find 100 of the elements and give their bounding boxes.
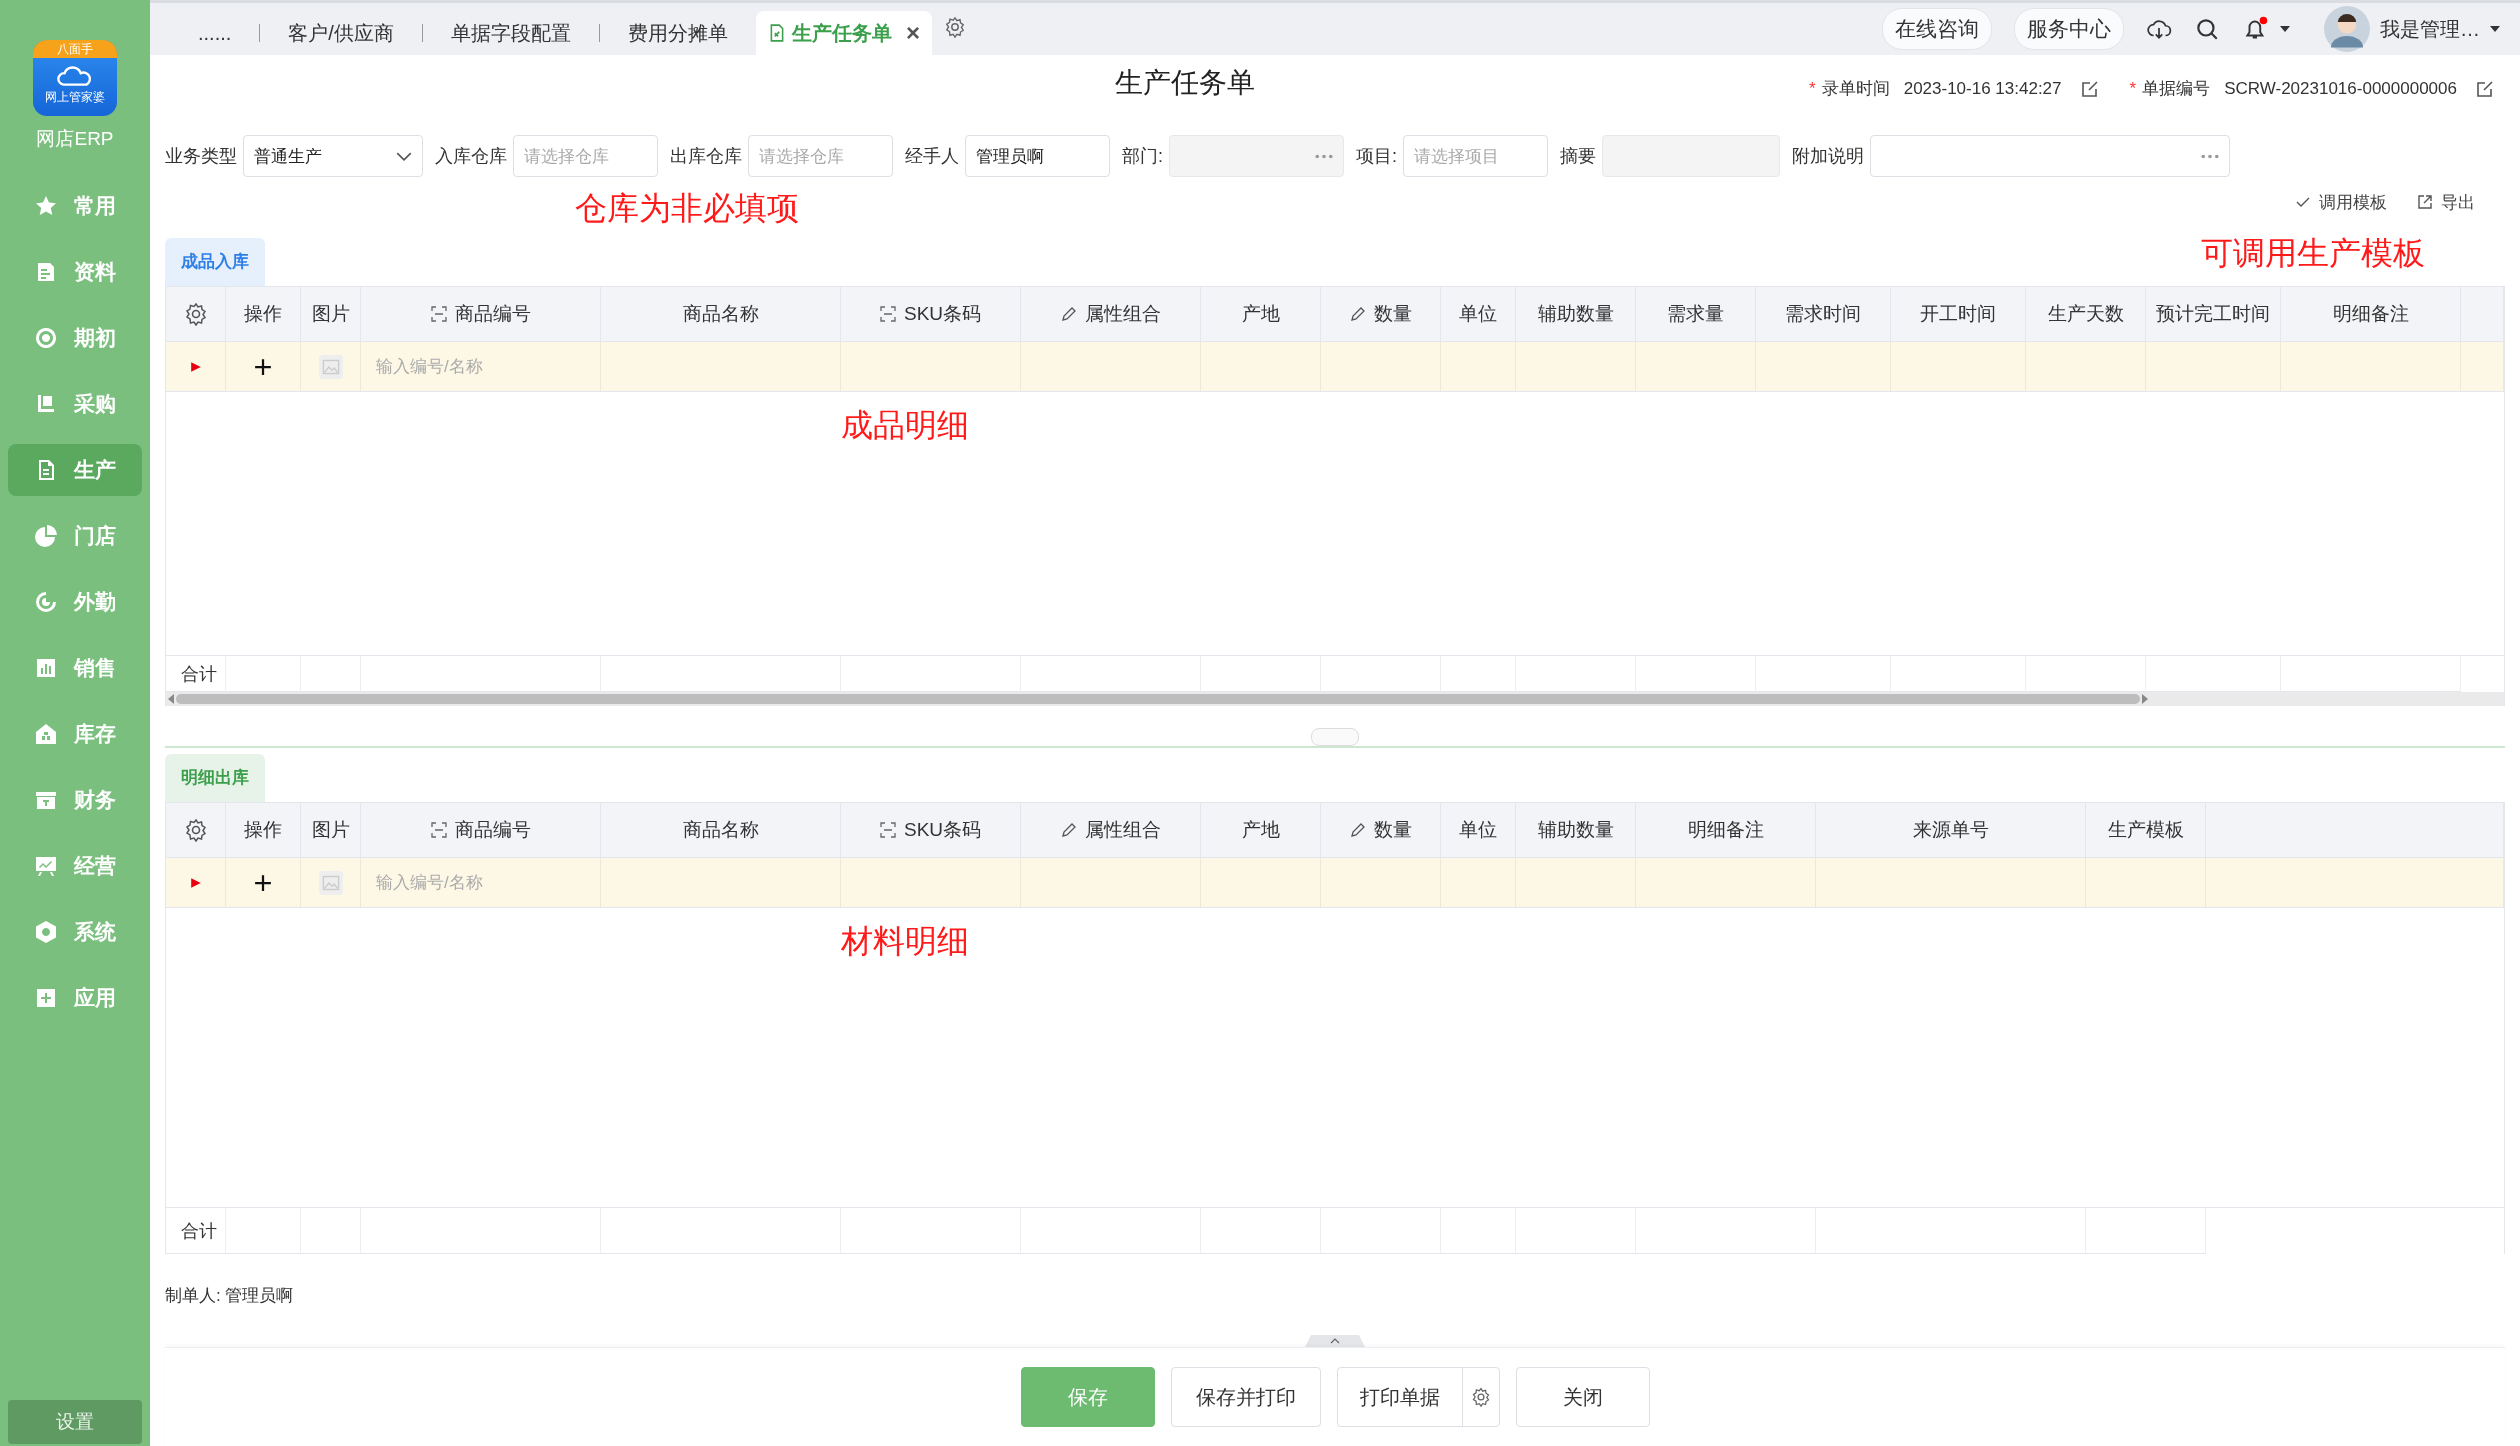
- save-button[interactable]: 保存: [1020, 1367, 1155, 1427]
- user-name[interactable]: 我是管理…: [2380, 15, 2480, 43]
- field-label: 项目:: [1356, 145, 1398, 168]
- sidebar-item[interactable]: 系统: [8, 906, 142, 958]
- total-label: 合计: [181, 662, 217, 686]
- edit-icon[interactable]: [2079, 78, 2100, 99]
- pie-chart-icon: [34, 524, 58, 548]
- image-icon: [317, 869, 344, 896]
- field-label: 附加说明: [1792, 145, 1865, 168]
- sidebar-item[interactable]: 经营: [8, 840, 142, 892]
- sidebar-item[interactable]: 期初: [8, 312, 142, 364]
- logo-banner: 八面手: [33, 40, 117, 58]
- sidebar-item[interactable]: 生产: [8, 444, 142, 496]
- toolbar-button[interactable]: 导出: [2417, 190, 2475, 214]
- field-label: 摘要: [1560, 145, 1597, 168]
- section-tab[interactable]: 明细出库: [165, 754, 265, 802]
- header-button[interactable]: 服务中心: [2014, 8, 2124, 50]
- field-label: 出库仓库: [670, 145, 742, 168]
- add-icon[interactable]: [254, 357, 272, 376]
- annotation-text: 仓库为非必填项: [575, 189, 799, 228]
- annotation-text: 材料明细: [841, 923, 969, 959]
- input-field[interactable]: 管理员啊: [965, 135, 1110, 177]
- sidebar-item[interactable]: 常用: [8, 180, 142, 232]
- field-label: 部门:: [1122, 145, 1163, 168]
- creator-text: 制单人: 管理员啊: [165, 1285, 295, 1307]
- scrollbar-thumb[interactable]: [176, 694, 2140, 704]
- meta-label: 单据编号: [2142, 78, 2211, 100]
- sidebar-item[interactable]: 资料: [8, 246, 142, 298]
- required-mark: *: [2129, 78, 2137, 99]
- avatar[interactable]: [2324, 6, 2370, 52]
- add-icon[interactable]: [254, 873, 272, 892]
- tab[interactable]: ......: [170, 11, 260, 55]
- splitter-handle[interactable]: [1311, 728, 1359, 746]
- collapse-handle[interactable]: [1305, 1335, 1365, 1347]
- section-tab[interactable]: 成品入库: [165, 238, 265, 286]
- field-label: 经手人: [905, 145, 959, 168]
- action-button[interactable]: 关闭: [1515, 1367, 1650, 1427]
- caret-icon[interactable]: [2490, 26, 2500, 32]
- meta-value: 2023-10-16 13:42:27: [1903, 78, 2062, 99]
- scan-icon: [879, 822, 896, 838]
- sidebar-item[interactable]: 销售: [8, 642, 142, 694]
- settings-icon[interactable]: [183, 302, 208, 326]
- settings-icon[interactable]: [943, 16, 966, 38]
- required-mark: *: [1809, 78, 1816, 99]
- target-icon: [34, 326, 58, 350]
- scan-icon: [430, 306, 447, 322]
- house-icon: [34, 722, 58, 746]
- annotation-text: 可调用生产模板: [2201, 234, 2425, 273]
- tab[interactable]: 生产任务单 ×: [755, 11, 932, 55]
- pencil-icon: [1349, 822, 1366, 838]
- print-button[interactable]: 打印单据: [1336, 1367, 1500, 1427]
- close-icon[interactable]: ×: [905, 19, 920, 47]
- select-field[interactable]: 普通生产: [243, 135, 423, 177]
- input-field[interactable]: 请选择仓库: [748, 135, 893, 177]
- search-icon[interactable]: [2194, 16, 2220, 42]
- scan-icon: [430, 822, 447, 838]
- input-field[interactable]: 请选择项目: [1403, 135, 1549, 177]
- settings-icon[interactable]: [183, 818, 208, 842]
- entry-field[interactable]: 输入编号/名称: [376, 355, 483, 378]
- pencil-icon: [1060, 822, 1077, 838]
- page-title: 生产任务单: [1115, 66, 1255, 100]
- scrollbar[interactable]: [166, 692, 2504, 706]
- sidebar-item[interactable]: 库存: [8, 708, 142, 760]
- settings-button[interactable]: 设置: [8, 1400, 142, 1444]
- cloud-icon: [56, 66, 94, 88]
- sidebar-item[interactable]: 财务: [8, 774, 142, 826]
- scan-icon: [879, 306, 896, 322]
- input-field[interactable]: 请选择仓库: [513, 135, 658, 177]
- edit-icon[interactable]: [2475, 78, 2495, 99]
- sidebar-item[interactable]: 应用: [8, 972, 142, 1024]
- play-icon[interactable]: [189, 876, 202, 889]
- play-icon[interactable]: [189, 360, 202, 373]
- image-icon: [317, 353, 344, 380]
- export-icon: [2417, 194, 2433, 210]
- app-name: 网店ERP: [36, 127, 114, 151]
- bar-chart-icon: [34, 656, 58, 680]
- table-cell: [2461, 342, 2504, 392]
- chevron-down-icon: [396, 151, 412, 161]
- caret-icon[interactable]: [2280, 26, 2290, 32]
- scroll-left-icon[interactable]: [168, 694, 174, 704]
- entry-field[interactable]: 输入编号/名称: [376, 871, 483, 894]
- hexagon-icon: [34, 920, 58, 944]
- tab[interactable]: 客户/供应商: [260, 11, 422, 55]
- meta-value: SCRW-20231016-0000000006: [2224, 78, 2457, 99]
- header-button[interactable]: 在线咨询: [1882, 8, 1992, 50]
- action-button[interactable]: 保存并打印: [1170, 1367, 1321, 1427]
- field-label: 业务类型: [165, 145, 237, 168]
- sidebar-item[interactable]: 外勤: [8, 576, 142, 628]
- tab[interactable]: 费用分摊单: [599, 11, 756, 55]
- logo-caption: 网上管家婆: [45, 89, 105, 106]
- more-icon[interactable]: [2201, 153, 2220, 159]
- star-icon: [34, 194, 58, 218]
- chart-board-icon: [34, 854, 58, 878]
- field-label: 入库仓库: [435, 145, 507, 168]
- toolbar-button[interactable]: 调用模板: [2295, 190, 2387, 214]
- pencil-icon: [1060, 306, 1077, 322]
- picker-field[interactable]: [1870, 135, 2231, 177]
- tab[interactable]: 单据字段配置: [422, 11, 599, 55]
- sidebar-item[interactable]: 采购: [8, 378, 142, 430]
- sidebar-item[interactable]: 门店: [8, 510, 142, 562]
